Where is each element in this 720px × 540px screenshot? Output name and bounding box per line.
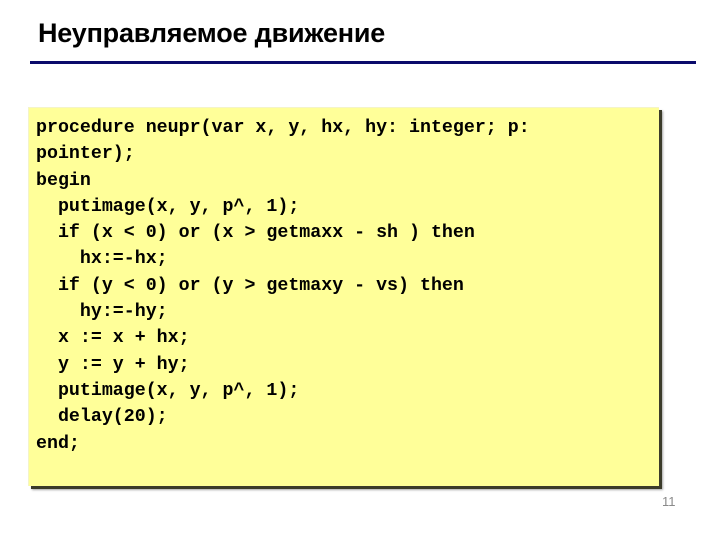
code-line: if (y < 0) or (y > getmaxy - vs) then xyxy=(36,275,464,296)
code-line: y := y + hy; xyxy=(36,354,190,375)
page-number: 11 xyxy=(662,494,676,509)
code-line: putimage(x, y, p^, 1); xyxy=(36,196,300,217)
code-line: putimage(x, y, p^, 1); xyxy=(36,380,300,401)
code-line: delay(20); xyxy=(36,407,168,428)
title-underline xyxy=(30,61,696,64)
code-line: x := x + hx; xyxy=(36,328,190,349)
code-line: begin xyxy=(36,170,91,191)
code-line: pointer); xyxy=(36,144,135,165)
code-line: if (x < 0) or (x > getmaxx - sh ) then xyxy=(36,223,475,244)
code-line: hy:=-hy; xyxy=(36,302,168,323)
code-block: procedure neupr(var x, y, hx, hy: intege… xyxy=(28,107,659,486)
slide-title: Неуправляемое движение xyxy=(38,18,386,48)
code-line: hx:=-hx; xyxy=(36,249,168,270)
code-line: procedure neupr(var x, y, hx, hy: intege… xyxy=(36,118,530,138)
code-line: end; xyxy=(36,433,80,454)
code-listing: procedure neupr(var x, y, hx, hy: intege… xyxy=(36,115,530,457)
